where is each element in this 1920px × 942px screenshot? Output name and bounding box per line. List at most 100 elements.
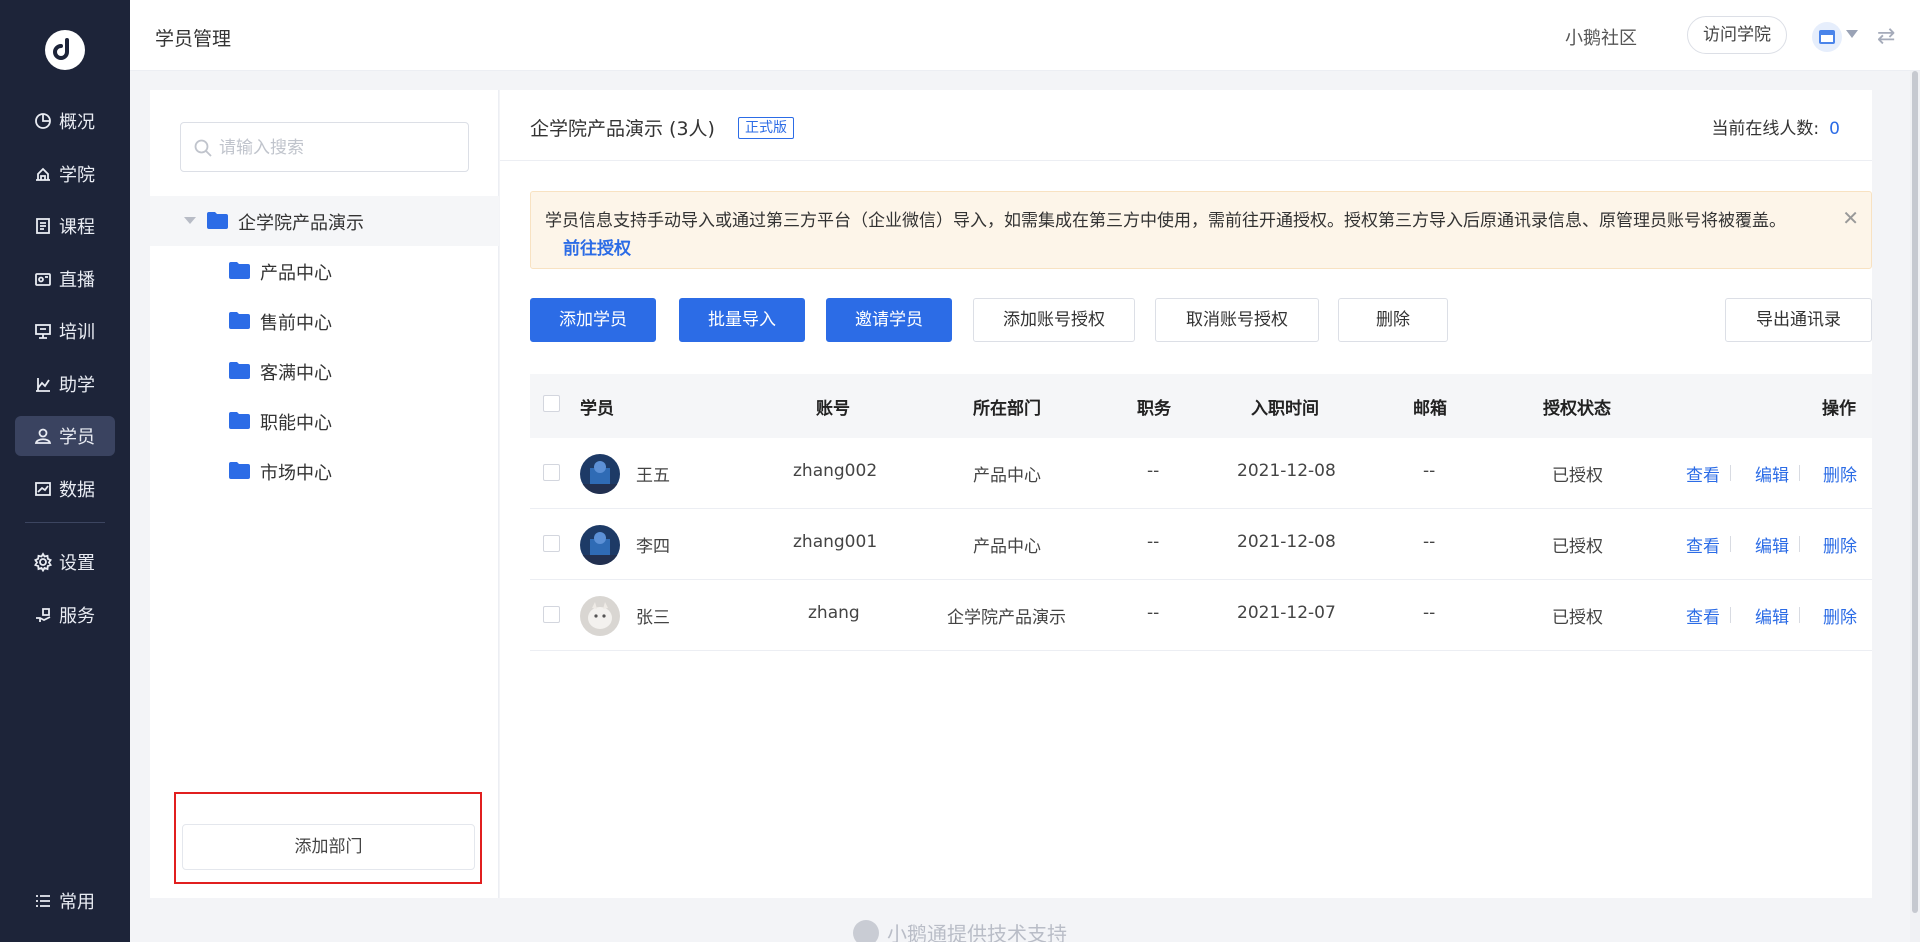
sidebar-item-overview[interactable]: 概况 (15, 101, 115, 141)
folder-icon (207, 212, 228, 229)
auth-status: 已授权 (1552, 537, 1603, 557)
edit-link[interactable]: 编辑 (1755, 532, 1789, 557)
sidebar-item-training[interactable]: 培训 (15, 311, 115, 351)
tree-item-product[interactable]: 产品中心 (150, 246, 499, 296)
training-icon (33, 321, 53, 341)
view-link[interactable]: 查看 (1686, 532, 1720, 557)
delete-link[interactable]: 删除 (1823, 532, 1857, 557)
add-auth-button[interactable]: 添加账号授权 (973, 298, 1135, 342)
logo[interactable] (45, 30, 85, 70)
divider (1799, 536, 1800, 552)
sidebar-item-label: 设置 (59, 553, 95, 574)
tree-root-label: 企学院产品演示 (238, 213, 364, 234)
row-checkbox[interactable] (543, 606, 560, 623)
sidebar-item-settings[interactable]: 设置 (15, 542, 115, 582)
sidebar-item-data[interactable]: 数据 (15, 469, 115, 509)
position: -- (1147, 603, 1160, 623)
export-contacts-button[interactable]: 导出通讯录 (1725, 298, 1872, 342)
delete-button[interactable]: 删除 (1338, 298, 1448, 342)
col-join-date: 入职时间 (1251, 399, 1319, 419)
footer-text: 小鹅通提供技术支持 (887, 922, 1067, 942)
org-title: 企学院产品演示 (3人) (530, 118, 715, 140)
sidebar-item-label: 概况 (59, 112, 95, 133)
avatar (580, 454, 620, 494)
community-link[interactable]: 小鹅社区 (1565, 24, 1637, 50)
main-header: 企学院产品演示 (3人) 正式版 当前在线人数: 0 (500, 90, 1872, 161)
edit-link[interactable]: 编辑 (1755, 603, 1789, 628)
data-icon (33, 479, 53, 499)
table-row: 王五 zhang002 产品中心 -- 2021-12-08 -- 已授权 查看… (530, 438, 1872, 509)
row-checkbox[interactable] (543, 464, 560, 481)
col-position: 职务 (1137, 399, 1171, 419)
view-link[interactable]: 查看 (1686, 603, 1720, 628)
delete-link[interactable]: 删除 (1823, 461, 1857, 486)
position: -- (1147, 532, 1160, 552)
edit-link[interactable]: 编辑 (1755, 461, 1789, 486)
email: -- (1423, 603, 1436, 623)
sidebar-item-course[interactable]: 课程 (15, 206, 115, 246)
account: zhang002 (793, 461, 878, 481)
table-header: 学员 账号 所在部门 职务 入职时间 邮箱 授权状态 操作 (530, 374, 1872, 438)
invite-student-button[interactable]: 邀请学员 (826, 298, 952, 342)
sidebar-item-label: 课程 (59, 217, 95, 238)
tree-item-customer[interactable]: 客满中心 (150, 346, 499, 396)
row-checkbox[interactable] (543, 535, 560, 552)
sidebar: 概况 学院 课程 直播 培训 助学 学员 数据 设置 服务 常用 (0, 0, 130, 942)
search-icon (194, 139, 212, 157)
tree-item-marketing[interactable]: 市场中心 (150, 446, 499, 496)
sidebar-item-label: 常用 (59, 892, 95, 913)
close-icon[interactable]: ✕ (1842, 206, 1859, 230)
study-aid-icon (33, 374, 53, 394)
authorize-link[interactable]: 前往授权 (563, 234, 631, 259)
sidebar-item-common[interactable]: 常用 (15, 881, 115, 921)
select-all-checkbox[interactable] (543, 395, 560, 412)
email: -- (1423, 532, 1436, 552)
tree-item-presales[interactable]: 售前中心 (150, 296, 499, 346)
folder-icon (229, 262, 250, 279)
position: -- (1147, 461, 1160, 481)
sidebar-nav-secondary: 设置 服务 (0, 542, 130, 647)
delete-link[interactable]: 删除 (1823, 603, 1857, 628)
col-student: 学员 (580, 399, 614, 419)
auth-status: 已授权 (1552, 466, 1603, 486)
scrollbar-thumb[interactable] (1912, 71, 1918, 913)
store-icon[interactable] (1812, 22, 1842, 52)
page-scrollbar[interactable] (1910, 71, 1920, 942)
online-number: 0 (1829, 119, 1840, 139)
logo-icon (53, 38, 69, 60)
account: zhang001 (793, 532, 878, 552)
sidebar-item-academy[interactable]: 学院 (15, 154, 115, 194)
highlight-box: 添加部门 (174, 792, 482, 884)
pie-chart-icon (33, 111, 53, 131)
sidebar-item-students[interactable]: 学员 (15, 416, 115, 456)
visit-academy-button[interactable]: 访问学院 (1687, 16, 1787, 54)
col-account: 账号 (816, 399, 850, 419)
divider (1730, 465, 1731, 481)
search-input[interactable] (219, 135, 459, 161)
sidebar-item-live[interactable]: 直播 (15, 259, 115, 299)
add-student-button[interactable]: 添加学员 (530, 298, 656, 342)
sidebar-item-label: 培训 (59, 322, 95, 343)
sidebar-divider (25, 522, 105, 523)
tree-root-item[interactable]: 企学院产品演示 (150, 196, 499, 246)
student-name: 李四 (636, 537, 670, 557)
batch-import-button[interactable]: 批量导入 (679, 298, 805, 342)
table-row: 李四 zhang001 产品中心 -- 2021-12-08 -- 已授权 查看… (530, 509, 1872, 580)
course-icon (33, 216, 53, 236)
add-department-button[interactable]: 添加部门 (182, 824, 475, 870)
department: 产品中心 (973, 466, 1041, 486)
col-auth-status: 授权状态 (1543, 399, 1611, 419)
cancel-auth-button[interactable]: 取消账号授权 (1155, 298, 1319, 342)
caret-down-icon[interactable] (184, 217, 196, 224)
auth-status: 已授权 (1552, 608, 1603, 628)
sidebar-item-label: 服务 (59, 605, 95, 627)
swap-icon[interactable]: ⇄ (1877, 24, 1895, 49)
student-name: 张三 (636, 608, 670, 628)
footer: 小鹅通提供技术支持 (0, 918, 1920, 942)
sidebar-item-service[interactable]: 服务 (15, 595, 115, 635)
sidebar-item-study-aid[interactable]: 助学 (15, 364, 115, 404)
tree-item-functional[interactable]: 职能中心 (150, 396, 499, 446)
view-link[interactable]: 查看 (1686, 461, 1720, 486)
chevron-down-icon[interactable] (1846, 30, 1858, 38)
sidebar-item-label: 数据 (59, 479, 95, 501)
